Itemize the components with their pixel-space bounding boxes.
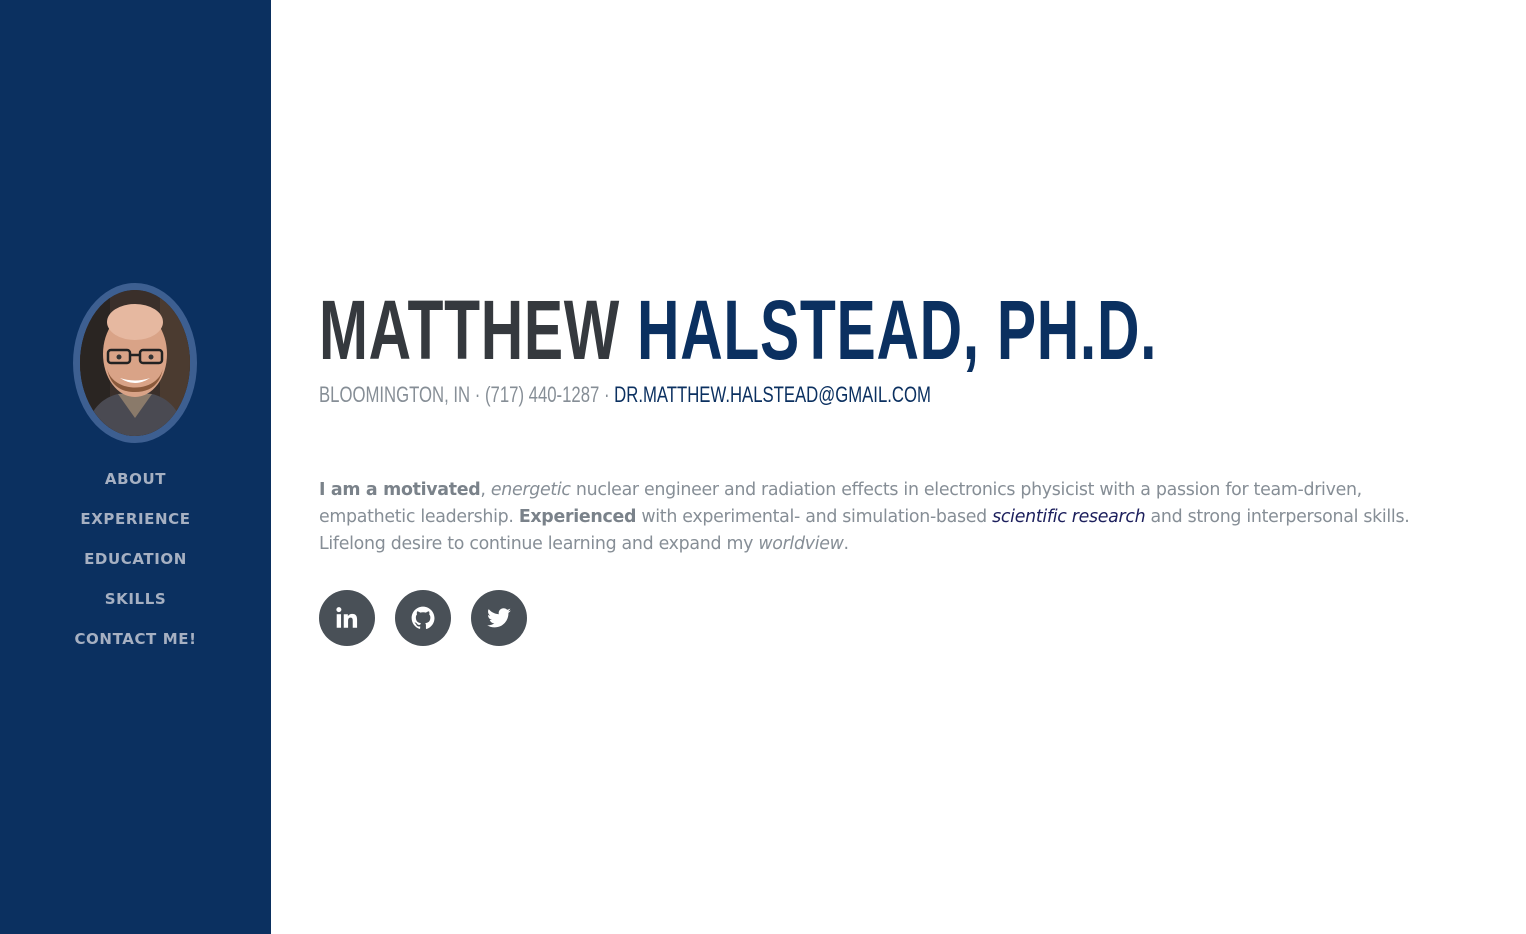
bio-bold-1: I am a motivated xyxy=(319,480,481,501)
nav-link-contact[interactable]: CONTACT ME! xyxy=(74,630,196,648)
last-name: HALSTEAD, PH.D. xyxy=(637,283,1158,377)
email-link[interactable]: DR.MATTHEW.HALSTEAD@GMAIL.COM xyxy=(614,382,931,407)
linkedin-icon xyxy=(336,607,358,628)
bio-text: . xyxy=(843,534,850,555)
github-button[interactable] xyxy=(395,590,451,646)
scientific-research-link[interactable]: scientific research xyxy=(992,507,1145,527)
avatar-photo xyxy=(80,290,190,436)
bio-text: , xyxy=(480,480,491,501)
twitter-button[interactable] xyxy=(471,590,527,646)
nav-item-experience: EXPERIENCE xyxy=(0,506,271,546)
location-phone: BLOOMINGTON, IN · (717) 440-1287 · xyxy=(319,382,615,407)
page-title: MATTHEW HALSTEAD, PH.D. xyxy=(319,280,1157,380)
bio-bold-2: Experienced xyxy=(518,507,637,528)
bio-text: with experimental- and simulation-based xyxy=(636,507,993,528)
contact-subheading: BLOOMINGTON, IN · (717) 440-1287 · DR.MA… xyxy=(319,380,931,410)
nav-link-education[interactable]: EDUCATION xyxy=(84,550,187,568)
nav-link-experience[interactable]: EXPERIENCE xyxy=(80,510,190,528)
linkedin-button[interactable] xyxy=(319,590,375,646)
nav-link-about[interactable]: ABOUT xyxy=(105,470,166,488)
nav-item-skills: SKILLS xyxy=(0,586,271,626)
about-section: MATTHEW HALSTEAD, PH.D. BLOOMINGTON, IN … xyxy=(319,0,1429,934)
social-icons xyxy=(319,590,527,646)
bio-paragraph: I am a motivated, energetic nuclear engi… xyxy=(319,477,1419,558)
github-icon xyxy=(411,606,435,629)
bio-italic-2: worldview xyxy=(758,534,844,555)
sidebar-nav: ABOUT EXPERIENCE EDUCATION SKILLS CONTAC… xyxy=(0,466,271,666)
first-name: MATTHEW xyxy=(319,283,620,377)
nav-link-skills[interactable]: SKILLS xyxy=(105,590,167,608)
nav-item-education: EDUCATION xyxy=(0,546,271,586)
nav-item-contact: CONTACT ME! xyxy=(0,626,271,666)
nav-item-about: ABOUT xyxy=(0,466,271,506)
avatar xyxy=(73,283,197,443)
twitter-icon xyxy=(487,608,511,628)
bio-italic-1: energetic xyxy=(490,480,571,501)
sidebar: ABOUT EXPERIENCE EDUCATION SKILLS CONTAC… xyxy=(0,0,271,934)
